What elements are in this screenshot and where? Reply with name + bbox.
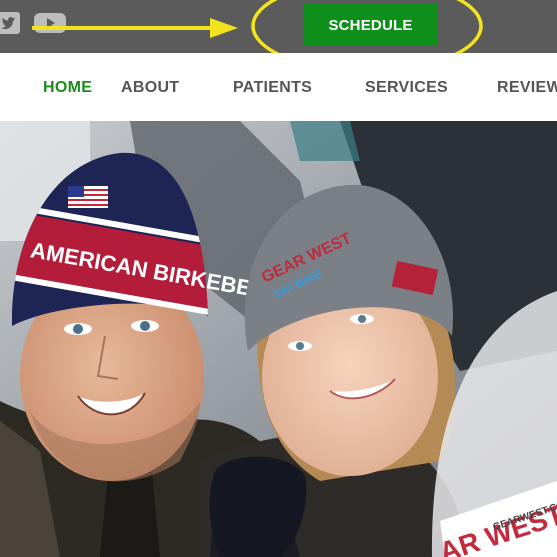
hero-photo: AMERICAN BIRKEBEINER GEAR WEST SKI BIKE … [0,121,557,557]
nav-item-reviews[interactable]: REVIEWS [497,79,557,97]
top-bar: SCHEDULE [0,0,557,73]
page: SCHEDULE HOME ABOUT PATIENTS SERVICES RE… [0,0,557,557]
nav-item-services[interactable]: SERVICES [365,79,448,97]
nav-item-patients[interactable]: PATIENTS [233,79,312,97]
schedule-button[interactable]: SCHEDULE [303,4,438,46]
hero-image: AMERICAN BIRKEBEINER GEAR WEST SKI BIKE … [0,121,557,557]
twitter-icon[interactable] [0,12,20,34]
main-nav: HOME ABOUT PATIENTS SERVICES REVIEWS [0,53,557,121]
annotation-arrow-icon [32,18,238,38]
nav-item-about[interactable]: ABOUT [121,79,179,97]
nav-item-home[interactable]: HOME [43,79,92,97]
